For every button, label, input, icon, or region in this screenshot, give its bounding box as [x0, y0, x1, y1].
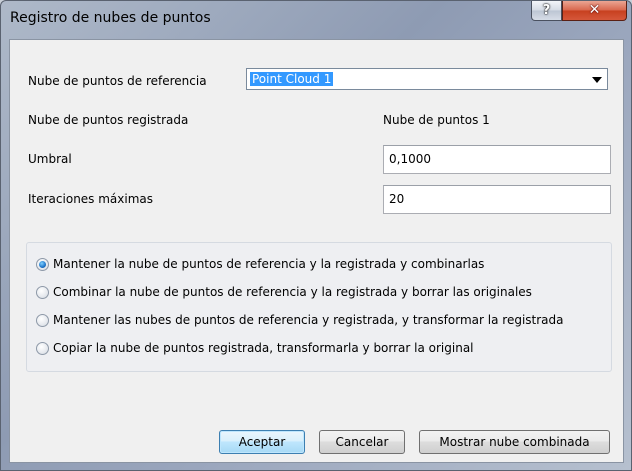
help-button[interactable]: ? — [531, 1, 562, 21]
help-icon: ? — [542, 3, 551, 18]
chevron-down-icon[interactable] — [592, 77, 602, 83]
accept-button[interactable]: Aceptar — [219, 430, 305, 454]
max-iterations-label: Iteraciones máximas — [28, 192, 154, 206]
reference-cloud-value: Point Cloud 1 — [250, 72, 334, 86]
close-icon: ✕ — [588, 2, 601, 18]
radio-button[interactable] — [36, 257, 49, 271]
registered-cloud-value: Nube de puntos 1 — [383, 113, 490, 127]
close-button[interactable]: ✕ — [562, 1, 627, 21]
cancel-button[interactable]: Cancelar — [319, 430, 405, 454]
radio-button[interactable] — [36, 313, 49, 327]
option-label: Combinar la nube de puntos de referencia… — [53, 285, 532, 299]
radio-button[interactable] — [36, 285, 49, 299]
threshold-input[interactable]: 0,1000 — [383, 145, 611, 174]
option-label: Mantener la nube de puntos de referencia… — [53, 257, 485, 271]
show-combined-button[interactable]: Mostrar nube combinada — [419, 430, 610, 454]
radio-button[interactable] — [36, 341, 49, 355]
dialog-body: Nube de puntos de referencia Point Cloud… — [9, 39, 624, 463]
max-iterations-input[interactable]: 20 — [383, 185, 611, 214]
option-keep-and-transform[interactable]: Mantener las nubes de puntos de referenc… — [36, 311, 564, 329]
option-combine-and-delete[interactable]: Combinar la nube de puntos de referencia… — [36, 283, 532, 301]
option-label: Copiar la nube de puntos registrada, tra… — [53, 341, 474, 355]
window-title: Registro de nubes de puntos — [10, 10, 211, 26]
registered-cloud-label: Nube de puntos registrada — [28, 113, 189, 127]
option-label: Mantener las nubes de puntos de referenc… — [53, 313, 564, 327]
reference-cloud-dropdown[interactable]: Point Cloud 1 — [246, 68, 608, 90]
option-copy-transform-delete[interactable]: Copiar la nube de puntos registrada, tra… — [36, 339, 474, 357]
reference-cloud-label: Nube de puntos de referencia — [28, 74, 207, 88]
option-keep-and-combine[interactable]: Mantener la nube de puntos de referencia… — [36, 255, 484, 273]
dialog-window: Registro de nubes de puntos ? ✕ Nube de … — [0, 0, 632, 471]
title-bar[interactable]: Registro de nubes de puntos ? ✕ — [1, 1, 631, 35]
threshold-label: Umbral — [28, 152, 72, 166]
merge-options-group: Mantener la nube de puntos de referencia… — [26, 242, 612, 372]
